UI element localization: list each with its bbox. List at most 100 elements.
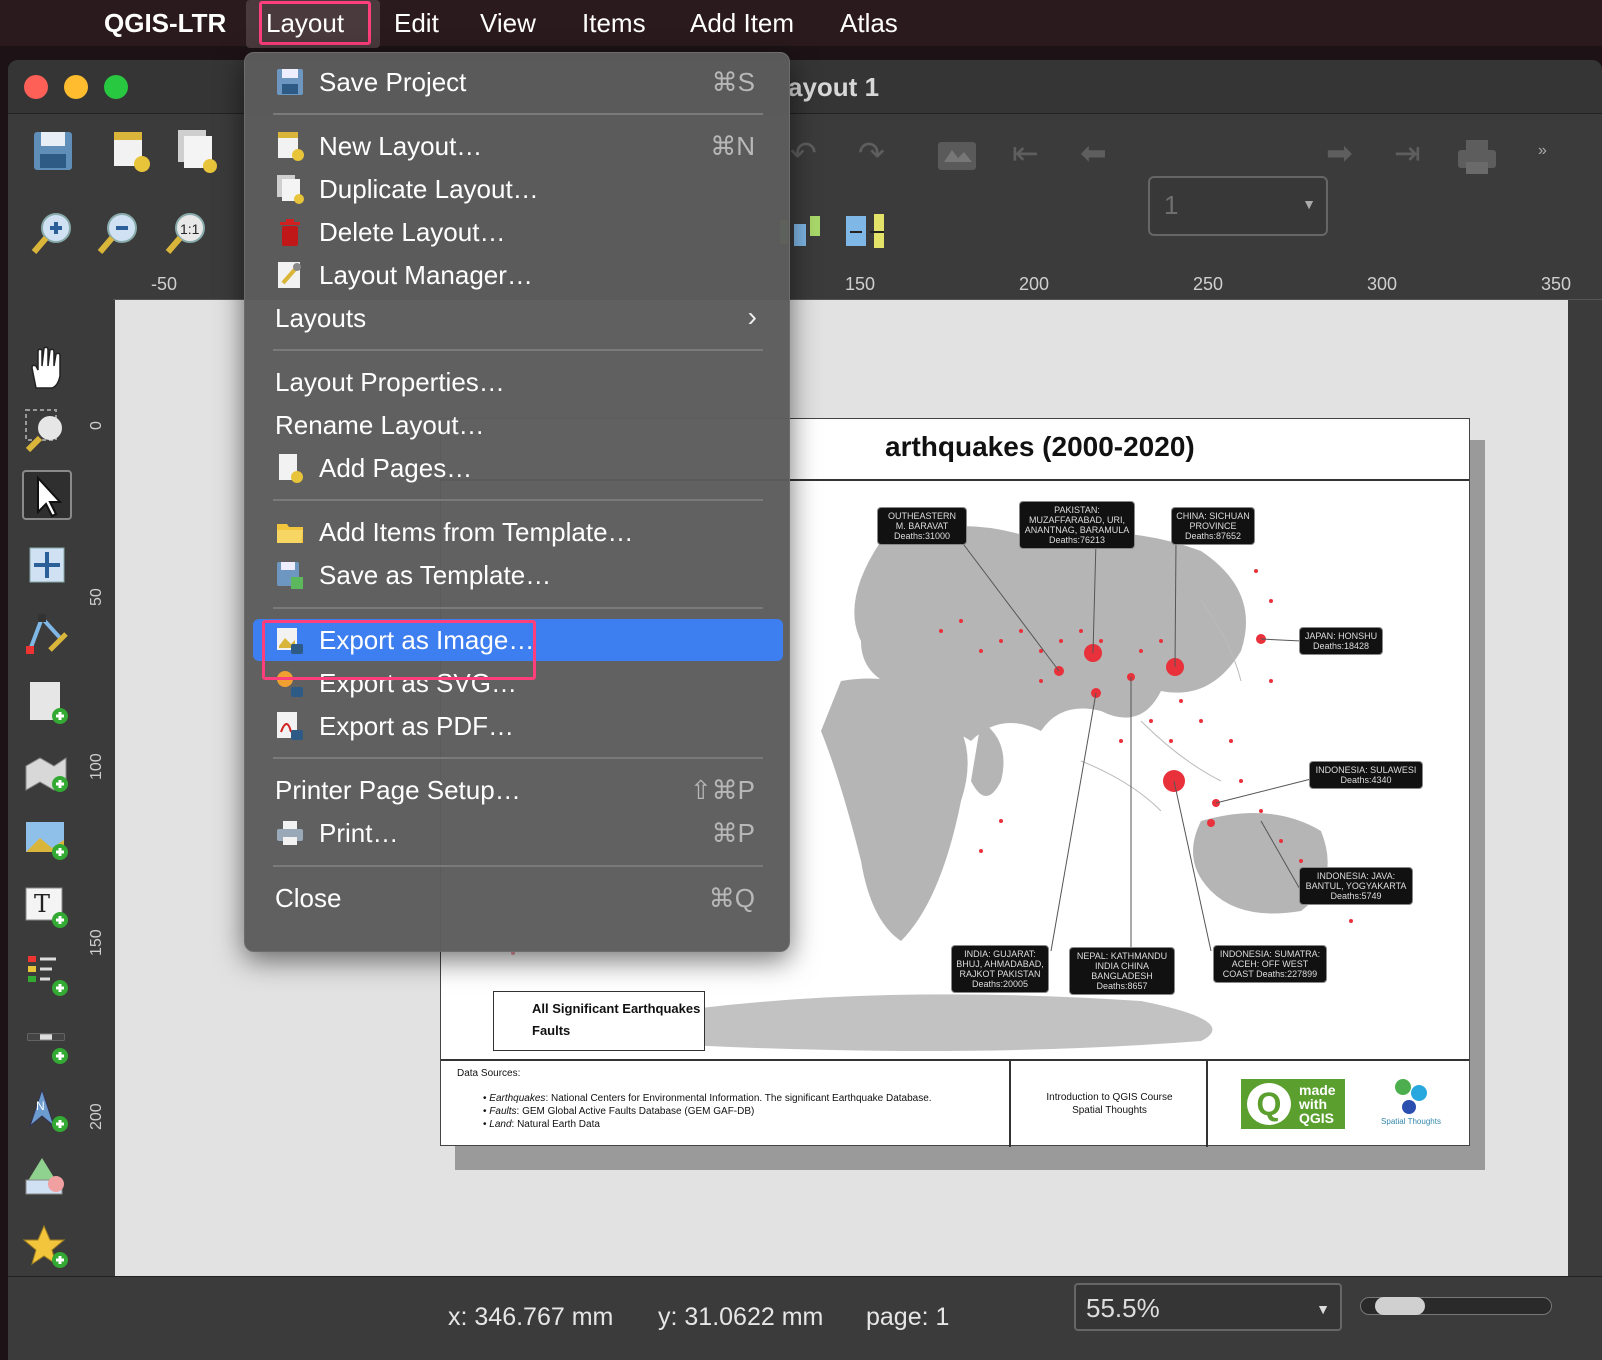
menu-view[interactable]: View — [480, 8, 536, 39]
select-move-item-icon[interactable] — [22, 470, 72, 520]
source-item: • Earthquakes: National Centers for Envi… — [483, 1093, 932, 1104]
zoom-actual-icon[interactable]: 1:1 — [164, 210, 210, 256]
next-feature-icon[interactable]: ➡ — [1326, 134, 1353, 172]
menu-item-delete-layout[interactable]: Delete Layout… — [253, 211, 783, 253]
add-north-arrow-icon[interactable]: N — [22, 1086, 72, 1136]
menu-item-save-project[interactable]: Save Project ⌘S — [253, 61, 783, 103]
add-legend-icon[interactable] — [22, 950, 72, 1000]
add-scalebar-icon[interactable] — [22, 1018, 72, 1068]
svg-text:N: N — [36, 1099, 45, 1113]
source-item: • Faults: GEM Global Active Faults Datab… — [483, 1106, 755, 1117]
vertical-ruler: 0 50 100 150 200 — [86, 300, 116, 1280]
zoom-out-icon[interactable] — [96, 210, 142, 256]
export-pdf-icon — [275, 710, 305, 742]
add-label-icon[interactable]: T — [22, 882, 72, 932]
ruler-tick: 250 — [1193, 274, 1224, 294]
menu-edit[interactable]: Edit — [394, 8, 439, 39]
quake-label: CHINA: SICHUAN PROVINCE Deaths:87652 — [1171, 507, 1255, 545]
ruler-tick: 200 — [88, 1103, 105, 1130]
status-bar: x: 346.767 mm y: 31.0622 mm page: 1 55.5… — [8, 1276, 1602, 1360]
add-picture-icon[interactable] — [22, 814, 72, 864]
menu-item-layout-properties[interactable]: Layout Properties… — [253, 361, 783, 403]
pan-icon[interactable] — [22, 344, 72, 394]
menu-item-add-from-template[interactable]: Add Items from Template… — [253, 511, 783, 553]
menu-item-add-pages[interactable]: Add Pages… — [253, 447, 783, 489]
quake-label: INDONESIA: SUMATRA: ACEH: OFF WEST COAST… — [1213, 945, 1327, 983]
ruler-tick: 100 — [88, 753, 105, 780]
zoom-value: 55.5% — [1086, 1293, 1160, 1323]
spatial-thoughts-logo: Spatial Thoughts — [1376, 1075, 1446, 1131]
quake-label: PAKISTAN: MUZAFFARABAD, URI, ANANTNAG, B… — [1019, 501, 1135, 549]
page-readout: page: 1 — [866, 1303, 950, 1331]
menu-item-duplicate-layout[interactable]: Duplicate Layout… — [253, 168, 783, 210]
add-shape-icon[interactable] — [22, 1154, 72, 1204]
atlas-preview-icon[interactable] — [934, 134, 980, 180]
menu-item-new-layout[interactable]: New Layout… ⌘N — [253, 125, 783, 167]
add-pages-icon[interactable] — [22, 678, 72, 728]
save-icon[interactable] — [30, 128, 76, 174]
window-title: ayout 1 — [788, 72, 880, 102]
map-legend[interactable]: All Significant Earthquakes Faults — [493, 991, 705, 1051]
zoom-in-icon[interactable] — [30, 210, 76, 256]
menu-item-export-as-pdf[interactable]: Export as PDF… — [253, 705, 783, 747]
new-layout-icon[interactable] — [108, 128, 154, 174]
ruler-tick: 350 — [1541, 274, 1572, 294]
zoom-window-button[interactable] — [104, 75, 128, 99]
minimize-window-button[interactable] — [64, 75, 88, 99]
menu-item-close[interactable]: Close ⌘Q — [253, 877, 783, 919]
cursor-x-readout: x: 346.767 mm — [448, 1303, 614, 1331]
toolbar-overflow-icon[interactable]: » — [1538, 142, 1547, 160]
undo-icon[interactable]: ↶ — [790, 134, 817, 172]
quake-label: INDONESIA: JAVA: BANTUL, YOGYAKARTA Deat… — [1299, 867, 1413, 905]
menu-item-layouts-submenu[interactable]: Layouts › — [253, 297, 783, 339]
add-map-icon[interactable] — [22, 746, 72, 796]
zoom-combo[interactable]: 55.5% ▼ — [1074, 1283, 1342, 1331]
tool-column: T N — [8, 284, 86, 1284]
course-org: Spatial Thoughts — [1072, 1105, 1147, 1116]
last-feature-icon[interactable]: ⇥ — [1394, 134, 1421, 172]
first-feature-icon[interactable]: ⇤ — [1012, 134, 1039, 172]
menu-app-name[interactable]: QGIS-LTR — [104, 8, 226, 39]
layout-menu: Save Project ⌘S New Layout… ⌘N Duplicate… — [244, 52, 790, 952]
atlas-page-value: 1 — [1164, 190, 1179, 220]
print-icon[interactable] — [1454, 134, 1500, 180]
made-with-qgis-logo: Q made with QGIS — [1241, 1079, 1345, 1129]
close-window-button[interactable] — [24, 75, 48, 99]
zoom-slider-handle[interactable] — [1375, 1297, 1425, 1315]
resize-icon[interactable] — [844, 210, 890, 256]
menu-item-save-as-template[interactable]: Save as Template… — [253, 554, 783, 596]
menu-item-print[interactable]: Print… ⌘P — [253, 812, 783, 854]
chevron-right-icon: › — [747, 301, 757, 332]
menu-separator — [273, 607, 763, 609]
duplicate-layout-icon[interactable] — [174, 128, 220, 174]
add-pages-icon — [275, 452, 305, 484]
redo-icon[interactable]: ↷ — [858, 134, 885, 172]
ruler-tick: 50 — [88, 588, 105, 606]
move-item-content-icon[interactable] — [22, 540, 72, 590]
delete-icon — [275, 216, 305, 248]
menu-items[interactable]: Items — [582, 8, 646, 39]
data-sources[interactable]: Data Sources: • Earthquakes: National Ce… — [441, 1061, 1011, 1147]
save-icon — [275, 66, 305, 98]
menu-add-item[interactable]: Add Item — [690, 8, 794, 39]
ruler-tick: 200 — [1019, 274, 1050, 294]
menu-item-layout-manager[interactable]: Layout Manager… — [253, 254, 783, 296]
menu-item-printer-page-setup[interactable]: Printer Page Setup… ⇧⌘P — [253, 769, 783, 811]
menu-atlas[interactable]: Atlas — [840, 8, 898, 39]
quake-label: OUTHEASTERN M. BARAVAT Deaths:31000 — [877, 507, 967, 545]
menu-separator — [273, 499, 763, 501]
quake-label: JAPAN: HONSHU Deaths:18428 — [1299, 627, 1383, 655]
zoom-tool-icon[interactable] — [22, 406, 72, 456]
export-image-annotation-box — [262, 620, 536, 680]
save-template-icon — [275, 559, 305, 591]
zoom-slider[interactable] — [1360, 1297, 1552, 1315]
edit-nodes-icon[interactable] — [22, 610, 72, 660]
ruler-tick: 0 — [88, 421, 105, 430]
previous-feature-icon[interactable]: ⬅ — [1080, 134, 1107, 172]
menu-item-rename-layout[interactable]: Rename Layout… — [253, 404, 783, 446]
menu-separator — [273, 757, 763, 759]
course-credit[interactable]: Introduction to QGIS Course Spatial Thou… — [1013, 1061, 1208, 1147]
add-marker-icon[interactable] — [22, 1222, 72, 1272]
atlas-page-combo[interactable]: 1 ▼ — [1148, 176, 1328, 236]
duplicate-layout-icon — [275, 173, 305, 205]
